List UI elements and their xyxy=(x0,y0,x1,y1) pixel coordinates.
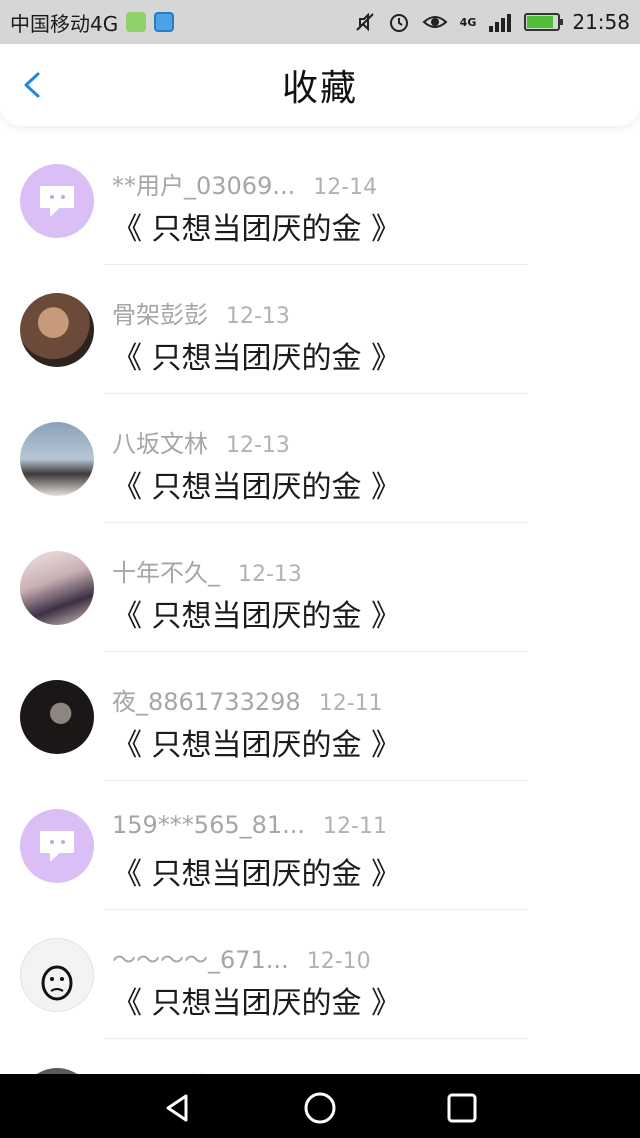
username: 八坂文林 12-13 xyxy=(112,424,290,459)
list-item-partial[interactable]: F_|||绑英 xyxy=(0,1040,640,1074)
alarm-icon xyxy=(389,14,408,32)
username: 夜_8861733298 12-11 xyxy=(112,682,383,717)
date-label: 12-13 xyxy=(238,562,302,587)
chevron-left-icon[interactable] xyxy=(18,70,48,100)
username: ～～～～_671... 12-10 xyxy=(112,940,371,975)
wechat-app-icon xyxy=(126,12,147,32)
list-item[interactable]: 骨架彭彭 12-13 《 只想当团厌的金 》 xyxy=(0,265,640,394)
username: **用户_03069... 12-14 xyxy=(112,166,377,201)
chat-bubble-icon xyxy=(40,831,74,861)
list-item[interactable]: 159***565_81... 12-11 《 只想当团厌的金 》 xyxy=(0,781,640,910)
list-item[interactable]: 十年不久_ 12-13 《 只想当团厌的金 》 xyxy=(0,523,640,652)
sketch-face-icon xyxy=(41,965,73,1001)
username-text: ～～～～_671... xyxy=(112,946,289,974)
date-label: 12-10 xyxy=(306,949,371,974)
date-label: 12-14 xyxy=(313,175,378,200)
back-triangle-icon[interactable] xyxy=(160,1090,196,1126)
username: 159***565_81... 12-11 xyxy=(112,811,387,839)
navigation-bar xyxy=(0,1074,640,1138)
signal-icon xyxy=(489,14,512,32)
username: 十年不久_ 12-13 xyxy=(112,553,302,588)
page-title: 收藏 xyxy=(281,68,358,109)
divider xyxy=(104,1038,528,1039)
username-text: 夜_8861733298 xyxy=(112,688,301,716)
avatar[interactable] xyxy=(20,938,94,1012)
status-bar: 中国移动4G 4G 21:58 xyxy=(0,0,640,44)
network-label: 4G xyxy=(459,15,477,29)
username-text: 159***565_81... xyxy=(112,811,306,839)
carrier-label: 中国移动4G xyxy=(10,11,119,36)
avatar[interactable] xyxy=(20,809,94,883)
book-title[interactable]: 《 只想当团厌的金 》 xyxy=(112,720,401,764)
favorites-list: **用户_03069... 12-14 《 只想当团厌的金 》骨架彭彭 12-13 《 … xyxy=(0,136,640,1039)
date-label: 12-11 xyxy=(318,691,383,716)
home-circle-icon[interactable] xyxy=(302,1090,338,1126)
chat-bubble-icon xyxy=(40,186,74,216)
username-text: **用户_03069... xyxy=(112,172,296,200)
book-title[interactable]: 《 只想当团厌的金 》 xyxy=(112,333,401,377)
clock: 21:58 xyxy=(572,10,630,34)
book-title[interactable]: 《 只想当团厌的金 》 xyxy=(112,204,401,248)
book-title[interactable]: 《 只想当团厌的金 》 xyxy=(112,849,401,893)
username-text: 八坂文林 xyxy=(112,430,208,458)
list-item[interactable]: 八坂文林 12-13 《 只想当团厌的金 》 xyxy=(0,394,640,523)
book-title[interactable]: 《 只想当团厌的金 》 xyxy=(112,462,401,506)
date-label: 12-13 xyxy=(226,433,290,458)
recents-square-icon[interactable] xyxy=(444,1090,480,1126)
avatar[interactable] xyxy=(20,680,94,754)
list-item[interactable]: **用户_03069... 12-14 《 只想当团厌的金 》 xyxy=(0,136,640,265)
username-text: 十年不久_ xyxy=(112,559,220,587)
username: F_|||绑英 xyxy=(112,1066,210,1074)
avatar[interactable] xyxy=(20,164,94,238)
list-item[interactable]: ～～～～_671... 12-10 《 只想当团厌的金 》 xyxy=(0,910,640,1039)
eye-icon xyxy=(422,16,448,28)
avatar[interactable] xyxy=(20,551,94,625)
date-label: 12-13 xyxy=(226,304,290,329)
username-text: 骨架彭彭 xyxy=(112,301,208,329)
battery-icon xyxy=(524,13,564,31)
avatar[interactable] xyxy=(20,293,94,367)
title-bar: 收藏 xyxy=(0,44,640,126)
mute-icon xyxy=(355,12,374,32)
status-right: 4G 21:58 xyxy=(354,10,630,34)
date-label: 12-11 xyxy=(323,814,387,839)
battery-fill xyxy=(527,16,553,28)
book-title[interactable]: 《 只想当团厌的金 》 xyxy=(112,591,401,635)
gallery-app-icon xyxy=(154,12,175,32)
book-title[interactable]: 《 只想当团厌的金 》 xyxy=(112,978,401,1022)
status-left: 中国移动4G xyxy=(10,8,175,37)
username: 骨架彭彭 12-13 xyxy=(112,295,290,330)
avatar[interactable] xyxy=(20,422,94,496)
list-item[interactable]: 夜_8861733298 12-11 《 只想当团厌的金 》 xyxy=(0,652,640,781)
